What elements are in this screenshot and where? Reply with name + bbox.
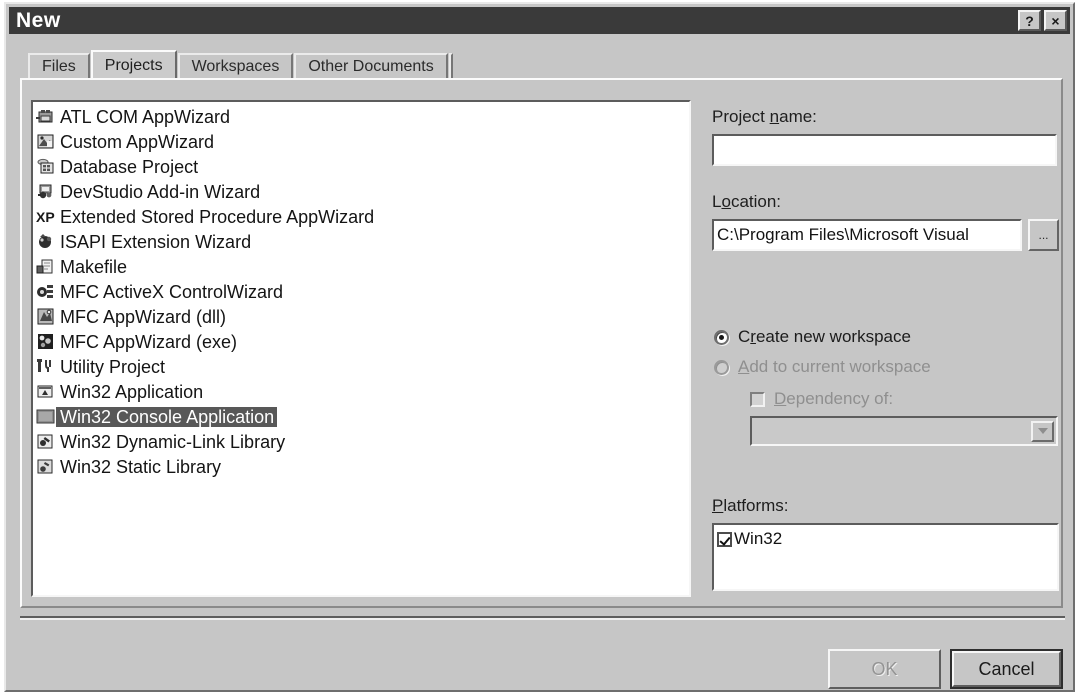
- list-item[interactable]: Win32 Application: [33, 379, 689, 404]
- tab-files[interactable]: Files: [28, 53, 90, 79]
- list-item[interactable]: ATL COM AppWizard: [33, 104, 689, 129]
- cancel-button[interactable]: Cancel: [950, 649, 1063, 689]
- new-dialog-window: New ? × Files Projects Workspaces Other …: [4, 2, 1075, 692]
- list-item-label: Win32 Static Library: [60, 456, 222, 477]
- makefile-icon: [36, 257, 55, 276]
- list-item-label: MFC AppWizard (exe): [60, 331, 238, 352]
- atl-com-appwizard-icon: [36, 107, 55, 126]
- footer-separator-highlight: [20, 618, 1065, 620]
- list-item-label: Makefile: [60, 256, 128, 277]
- list-item-selected[interactable]: Win32 Console Application: [33, 404, 689, 429]
- win32-console-application-icon: [36, 407, 55, 426]
- list-item-label: Win32 Console Application: [56, 406, 278, 427]
- browse-location-button[interactable]: ...: [1028, 219, 1059, 251]
- tab-workspaces[interactable]: Workspaces: [177, 53, 294, 79]
- win32-application-icon: [36, 382, 55, 401]
- utility-project-icon: [36, 357, 55, 376]
- platform-item[interactable]: Win32: [714, 527, 1057, 551]
- chevron-down-icon[interactable]: [1031, 420, 1054, 442]
- extended-stored-procedure-icon: XP: [36, 207, 55, 226]
- database-project-icon: [36, 157, 55, 176]
- radio-add-to-current-workspace[interactable]: Add to current workspace: [714, 357, 931, 377]
- checkbox-unchecked-icon: [750, 391, 765, 407]
- checkbox-dependency-of-label: Dependency of:: [774, 389, 894, 408]
- checkbox-dependency-of[interactable]: Dependency of:: [750, 389, 893, 409]
- devstudio-addin-wizard-icon: [36, 182, 55, 201]
- location-label: Location:: [712, 192, 782, 211]
- list-item[interactable]: ISAPI Extension Wizard: [33, 229, 689, 254]
- radio-create-new-workspace[interactable]: Create new workspace: [714, 327, 911, 347]
- list-item[interactable]: Makefile: [33, 254, 689, 279]
- title-bar[interactable]: New ? ×: [9, 7, 1070, 34]
- help-icon[interactable]: ?: [1018, 10, 1041, 31]
- close-icon[interactable]: ×: [1044, 10, 1067, 31]
- dependency-combo-box[interactable]: [750, 416, 1058, 446]
- list-item-label: Utility Project: [60, 356, 166, 377]
- screen-root: New ? × Files Projects Workspaces Other …: [0, 0, 1079, 697]
- list-item-label: Database Project: [60, 156, 199, 177]
- list-item[interactable]: MFC AppWizard (dll): [33, 304, 689, 329]
- isapi-extension-wizard-icon: [36, 232, 55, 251]
- list-item-label: Win32 Dynamic-Link Library: [60, 431, 286, 452]
- win32-static-library-icon: [36, 457, 55, 476]
- ok-button[interactable]: OK: [828, 649, 941, 689]
- platforms-list[interactable]: Win32: [712, 523, 1059, 591]
- mfc-appwizard-dll-icon: [36, 307, 55, 326]
- platform-item-label: Win32: [734, 529, 783, 548]
- radio-create-new-workspace-label: Create new workspace: [738, 327, 911, 346]
- list-item[interactable]: DevStudio Add-in Wizard: [33, 179, 689, 204]
- list-item-label: MFC AppWizard (dll): [60, 306, 227, 327]
- project-name-label: Project name:: [712, 107, 817, 126]
- list-item[interactable]: Custom AppWizard: [33, 129, 689, 154]
- list-item[interactable]: Win32 Dynamic-Link Library: [33, 429, 689, 454]
- list-item[interactable]: XP Extended Stored Procedure AppWizard: [33, 204, 689, 229]
- mfc-activex-controlwizard-icon: [36, 282, 55, 301]
- list-item[interactable]: MFC ActiveX ControlWizard: [33, 279, 689, 304]
- list-item[interactable]: MFC AppWizard (exe): [33, 329, 689, 354]
- list-item-label: MFC ActiveX ControlWizard: [60, 281, 284, 302]
- list-item[interactable]: Win32 Static Library: [33, 454, 689, 479]
- list-item-label: Extended Stored Procedure AppWizard: [60, 206, 375, 227]
- list-item-label: ATL COM AppWizard: [60, 106, 231, 127]
- list-item-label: DevStudio Add-in Wizard: [60, 181, 261, 202]
- list-item-label: Custom AppWizard: [60, 131, 215, 152]
- win32-dll-icon: [36, 432, 55, 451]
- title-bar-buttons: ? ×: [1018, 10, 1070, 31]
- mfc-appwizard-exe-icon: [36, 332, 55, 351]
- tab-other-documents[interactable]: Other Documents: [294, 53, 448, 79]
- tab-strip: Files Projects Workspaces Other Document…: [28, 50, 453, 79]
- radio-add-to-current-workspace-label: Add to current workspace: [738, 357, 931, 376]
- window-title: New: [16, 9, 61, 32]
- checkbox-checked-icon[interactable]: [717, 531, 732, 547]
- cancel-button-label: Cancel: [952, 651, 1061, 687]
- custom-appwizard-icon: [36, 132, 55, 151]
- list-item-label: Win32 Application: [60, 381, 204, 402]
- list-item-label: ISAPI Extension Wizard: [60, 231, 252, 252]
- radio-unchecked-icon: [714, 359, 729, 375]
- project-name-input[interactable]: [712, 134, 1057, 166]
- tab-projects[interactable]: Projects: [90, 50, 177, 79]
- list-item[interactable]: Utility Project: [33, 354, 689, 379]
- location-input[interactable]: C:\Program Files\Microsoft Visual: [712, 219, 1022, 251]
- radio-checked-icon: [714, 329, 729, 345]
- tab-strip-end-divider: [448, 53, 453, 79]
- list-item[interactable]: Database Project: [33, 154, 689, 179]
- svg-text:XP: XP: [36, 209, 55, 225]
- platforms-label: Platforms:: [712, 496, 789, 515]
- project-template-list[interactable]: ATL COM AppWizard Custom AppWizard Datab…: [31, 100, 691, 597]
